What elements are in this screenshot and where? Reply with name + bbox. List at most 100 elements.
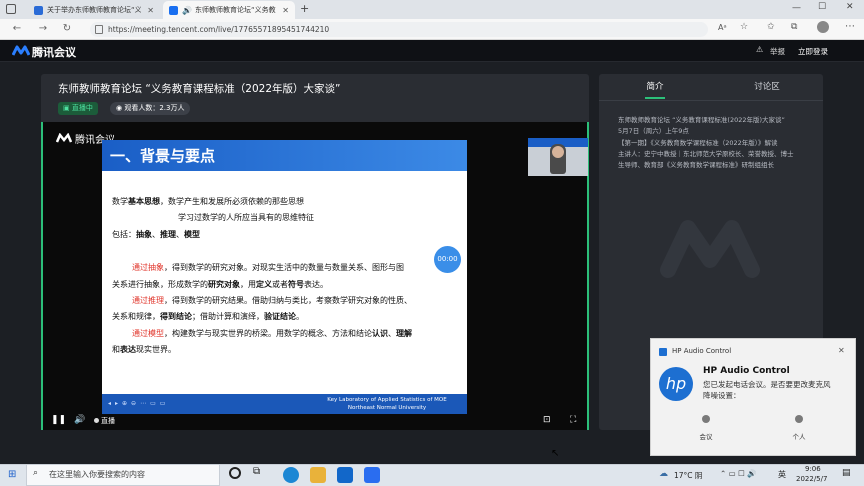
collections-icon[interactable]: ⧉ [791, 22, 797, 32]
close-notification-icon[interactable]: ✕ [838, 346, 845, 355]
option-label: 个人 [792, 433, 806, 441]
close-tab-icon[interactable]: ✕ [282, 6, 289, 15]
timer-badge: 00:00 [434, 246, 461, 273]
start-windows-icon[interactable]: ⊞ [8, 469, 16, 480]
report-icon[interactable]: ⚠ [756, 45, 763, 54]
url-field[interactable]: https://meeting.tencent.com/live/1776557… [90, 22, 708, 37]
presentation-slide: 一、背景与要点 数学基本思想，数学产生和发展所必须依赖的那些思想 学习过数学的人… [102, 140, 467, 414]
viewer-count: 观看人数：2.3万人 [124, 104, 185, 112]
lock-icon[interactable] [95, 25, 103, 34]
pause-icon[interactable]: ❚❚ [51, 415, 66, 425]
clock-date[interactable]: 2022/5/7 [796, 475, 827, 483]
new-tab-button[interactable]: + [300, 2, 309, 15]
tab-title: 东师教师教育论坛“义务教... [194, 6, 277, 14]
live-indicator-icon: ▣ [63, 104, 72, 112]
ime-indicator[interactable]: 英 [778, 469, 786, 480]
tencent-meeting-watermark-icon [660, 220, 760, 278]
slide-footer-bar: ◂▸⊕⊖⋯▭▭ Key Laboratory of Applied Statis… [102, 394, 467, 414]
live-control-label: 直播 [101, 417, 115, 425]
intro-line: 【第一期】《义务教育数学课程标准（2022年版）》解读 [618, 139, 778, 147]
slide-line: 关系和规律，得到结论；借助计算和演绎，验证结论。 [112, 312, 304, 321]
option-meeting-button[interactable]: 会议 [691, 415, 721, 445]
slide-toolbar-icons: ◂▸⊕⊖⋯▭▭ [108, 400, 170, 407]
notification-center-icon[interactable]: ▤ [842, 468, 851, 478]
speaker-icon[interactable]: 🔊 [182, 6, 192, 15]
taskbar-search-input[interactable]: 在这里输入你要搜索的内容 [26, 464, 220, 486]
tab-favicon-icon [169, 5, 178, 15]
mouse-cursor-icon: ↖ [551, 448, 560, 459]
live-status-badge: ▣ 直播中 [58, 102, 98, 115]
back-icon[interactable]: ← [10, 22, 24, 36]
favorite-star-icon[interactable]: ☆ [740, 22, 748, 32]
watermark-logo-icon [56, 133, 72, 143]
login-link[interactable]: 立即登录 [798, 46, 828, 57]
read-aloud-icon[interactable]: Aᵃ [718, 23, 727, 32]
tab-favicon-icon [34, 5, 43, 15]
cortana-icon[interactable] [229, 467, 241, 479]
slide-line: 通过推理，得到数学的研究结果。借助归纳与类比，考察数学研究对象的性质、 [132, 296, 412, 305]
close-window-button[interactable]: ✕ [846, 2, 854, 12]
live-title: 东师教师教育论坛 “义务教育课程标准（2022年版）大家谈” [58, 83, 341, 95]
slide-footer-text: Key Laboratory of Applied Statistics of … [327, 397, 447, 411]
slide-line: 学习过数学的人所应当具有的思维特征 [178, 213, 314, 222]
live-dot-icon [94, 418, 99, 423]
clock-time[interactable]: 9:06 [805, 465, 821, 473]
tencent-meeting-taskbar-icon[interactable] [364, 467, 380, 483]
personal-option-icon [795, 415, 803, 423]
slide-line: 包括：抽象、推理、模型 [112, 230, 200, 239]
live-status-label: 直播中 [71, 104, 93, 112]
slide-line: 通过模型，构建数学与现实世界的桥梁。用数学的概念、方法和结论认识、理解 [132, 329, 412, 338]
tab-discussion[interactable]: 讨论区 [711, 74, 823, 100]
hp-logo-icon: hp [659, 367, 693, 401]
profile-avatar[interactable] [817, 21, 829, 33]
speaker-camera-view [528, 138, 588, 176]
screenshot-icon[interactable]: ⊡ [543, 415, 551, 425]
hp-audio-notification: HP Audio Control ✕ hp HP Audio Control 您… [650, 338, 856, 456]
tab-title: 关于举办东师教师教育论坛“义务教... [47, 6, 142, 14]
option-label: 会议 [699, 433, 713, 441]
window-menu-icon[interactable] [6, 4, 16, 14]
search-icon: ⌕ [33, 468, 39, 478]
notification-body: 降噪设置： [703, 391, 741, 400]
close-tab-icon[interactable]: ✕ [147, 6, 154, 15]
intro-line: 5月7日（周六）上午9点 [618, 127, 689, 135]
meeting-option-icon [702, 415, 710, 423]
task-view-icon[interactable]: ⧉ [253, 466, 260, 477]
intro-line: 主讲人：史宁中教授｜东北师范大学原校长、荣誉教授、博士 [618, 150, 794, 158]
refresh-icon[interactable]: ↻ [60, 22, 74, 36]
intro-line: 生导师、教育部《义务教育数学课程标准》研制组组长 [618, 161, 774, 169]
hp-small-icon [659, 348, 667, 356]
slide-line: 通过抽象，得到数学的研究对象。对现实生活中的数量与数量关系、图形与图 [132, 263, 404, 272]
notification-body: 您已发起电话会议。是否要更改麦克风 [703, 380, 831, 389]
slide-heading: 一、背景与要点 [110, 147, 216, 165]
minimize-button[interactable]: — [792, 3, 801, 13]
report-link[interactable]: 举报 [770, 46, 785, 57]
active-tab-indicator [645, 97, 665, 99]
option-personal-button[interactable]: 个人 [784, 415, 814, 445]
more-menu-icon[interactable]: ⋯ [845, 21, 855, 32]
tab-divider [599, 100, 823, 101]
fullscreen-icon[interactable]: ⛶ [570, 415, 576, 425]
file-explorer-icon[interactable] [310, 467, 326, 483]
volume-icon[interactable]: 🔊 [74, 415, 85, 425]
notification-app-name: HP Audio Control [672, 347, 732, 355]
browser-tab-active[interactable]: 🔊 东师教师教育论坛“义务教... ✕ [163, 1, 295, 19]
favorites-icon[interactable]: ✩ [767, 22, 775, 32]
tray-icons[interactable]: ⌃ ▭ ☐ 🔊 [720, 469, 757, 478]
browser-tab-inactive[interactable]: 关于举办东师教师教育论坛“义务教... ✕ [28, 1, 160, 19]
weather-icon: ☁ [659, 469, 668, 479]
forward-icon[interactable]: → [36, 22, 50, 36]
slide-line: 关系进行抽象，形成数学的研究对象，用定义或者符号表达。 [112, 280, 328, 289]
slide-line: 数学基本思想，数学产生和发展所必须依赖的那些思想 [112, 197, 304, 206]
mail-icon[interactable] [337, 467, 353, 483]
app-name: 腾讯会议 [32, 46, 76, 59]
speaker-face [552, 146, 564, 158]
app-header [0, 40, 864, 62]
notification-title: HP Audio Control [703, 366, 790, 376]
maximize-button[interactable]: ☐ [818, 2, 826, 12]
edge-browser-icon[interactable] [283, 467, 299, 483]
viewer-count-badge: ◉ 观看人数：2.3万人 [110, 102, 191, 115]
weather-text[interactable]: 17°C 阴 [674, 470, 702, 481]
intro-line: 东师教师教育论坛 “义务教育课程标准(2022年版)大家谈” [618, 116, 785, 124]
slide-line: 和表达现实世界。 [112, 345, 176, 354]
